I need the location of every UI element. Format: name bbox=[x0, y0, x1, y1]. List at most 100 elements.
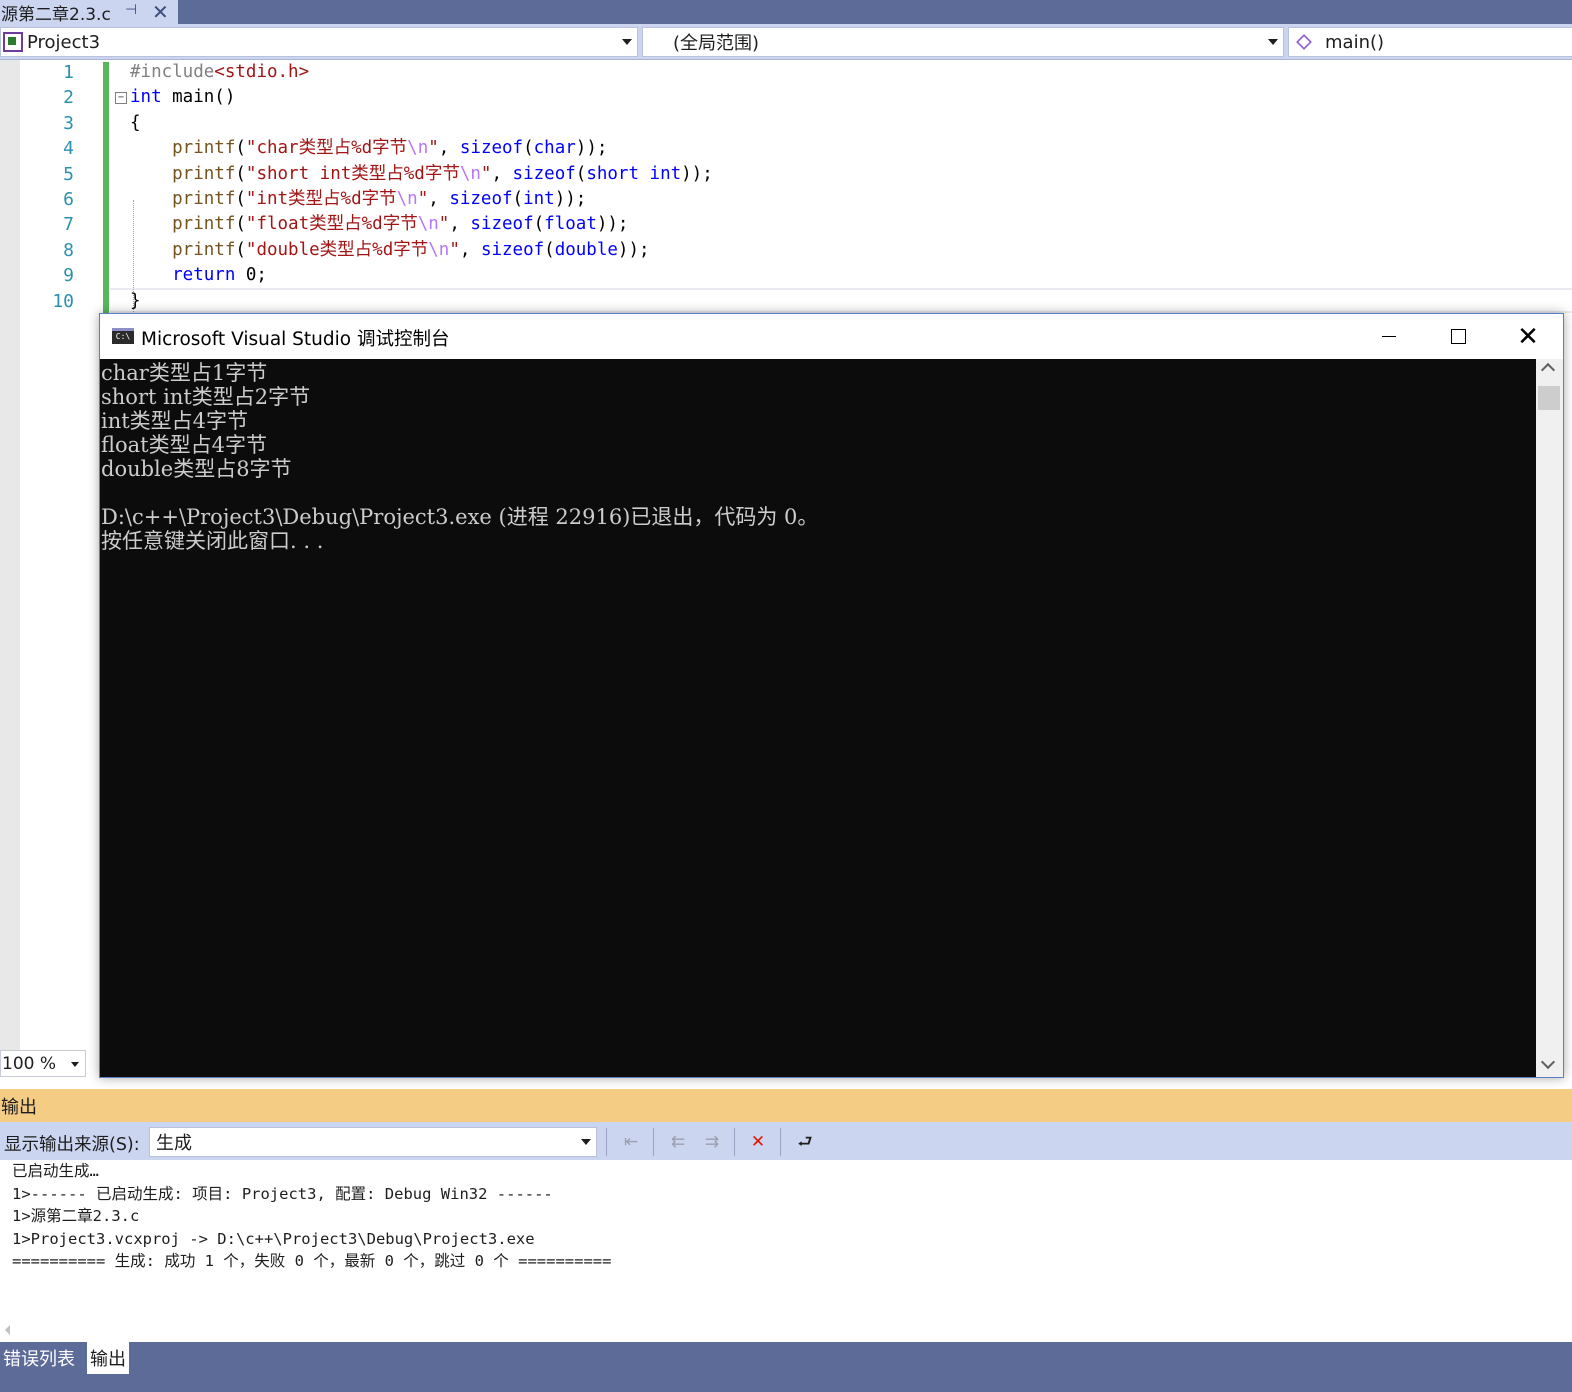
code-token: " bbox=[438, 214, 450, 235]
code-token: \n bbox=[428, 239, 450, 260]
line-number: 5 bbox=[63, 163, 74, 185]
code-token: sizeof bbox=[449, 188, 513, 209]
navigation-bar: Project3 (全局范围) main() bbox=[0, 24, 1572, 60]
project-dropdown[interactable]: Project3 bbox=[0, 27, 638, 57]
console-output[interactable]: char类型占1字节 short int类型占2字节 int类型占4字节 float类… bbox=[100, 359, 1536, 1077]
code-line[interactable]: printf("short int类型占%d字节\n", sizeof(shor… bbox=[110, 162, 1572, 187]
change-tracking-bar bbox=[103, 62, 109, 314]
code-token: short int bbox=[586, 163, 682, 184]
close-icon[interactable]: ✕ bbox=[152, 0, 169, 24]
code-line[interactable]: return 0; bbox=[110, 263, 1572, 288]
code-token: ( bbox=[523, 138, 534, 159]
toolbar-separator bbox=[780, 1128, 781, 1156]
close-button[interactable]: ✕ bbox=[1493, 314, 1563, 359]
method-cube-icon bbox=[1296, 34, 1312, 50]
console-titlebar[interactable]: C:\ Microsoft Visual Studio 调试控制台 ✕ bbox=[100, 314, 1563, 359]
code-token: \n bbox=[396, 188, 418, 209]
code-line[interactable]: printf("float类型占%d字节\n", sizeof(float)); bbox=[110, 212, 1572, 237]
code-token: printf bbox=[130, 239, 236, 260]
document-tab[interactable]: 源第二章2.3.c ⊣ ✕ bbox=[0, 0, 178, 25]
code-token: , bbox=[459, 239, 481, 260]
code-token: )); bbox=[554, 188, 587, 209]
project-dropdown-value: Project3 bbox=[27, 31, 101, 53]
line-number: 1 bbox=[63, 62, 74, 83]
code-token: #include bbox=[130, 62, 215, 82]
zoom-dropdown[interactable]: 100 % bbox=[0, 1050, 86, 1077]
output-source-label: 显示输出来源(S): bbox=[4, 1135, 140, 1155]
console-line: D:\c++\Project3\Debug\Project3.exe (进程 2… bbox=[101, 505, 819, 529]
scroll-up-icon[interactable] bbox=[1540, 362, 1556, 378]
code-token: \n bbox=[407, 138, 429, 159]
console-line: float类型占4字节 bbox=[101, 433, 267, 457]
code-token: ( bbox=[533, 214, 545, 235]
code-line[interactable]: { bbox=[110, 111, 1572, 136]
selection-margin[interactable] bbox=[0, 60, 20, 1050]
output-source-value: 生成 bbox=[156, 1133, 192, 1154]
code-area[interactable]: #include<stdio.h> − int main(){ printf("ch… bbox=[110, 60, 1572, 314]
code-token: , bbox=[449, 214, 471, 235]
tab-output[interactable]: 输出 bbox=[87, 1342, 129, 1374]
scroll-left-icon[interactable] bbox=[5, 1325, 10, 1335]
next-message-icon[interactable]: ⇉ bbox=[700, 1130, 724, 1154]
output-panel-header[interactable]: 输出 bbox=[0, 1089, 1572, 1122]
code-token: sizeof bbox=[470, 214, 534, 235]
close-icon: ✕ bbox=[1517, 321, 1539, 352]
code-token: ( bbox=[235, 138, 246, 159]
output-line: ========== 生成: 成功 1 个，失败 0 个，最新 0 个，跳过 0… bbox=[12, 1252, 612, 1270]
console-line: short int类型占2字节 bbox=[101, 385, 311, 409]
code-token: " bbox=[428, 138, 439, 159]
output-panel-title: 输出 bbox=[1, 1096, 37, 1118]
code-token: , bbox=[428, 188, 450, 209]
code-token: printf bbox=[130, 138, 236, 159]
minimize-button[interactable] bbox=[1354, 314, 1424, 359]
chevron-down-icon bbox=[1268, 39, 1278, 45]
code-line[interactable]: − int main() bbox=[110, 85, 1572, 110]
console-line: char类型占1字节 bbox=[101, 361, 268, 385]
clear-all-icon[interactable]: ✕ bbox=[746, 1130, 770, 1154]
line-numbers: 1 2 3 4 5 6 7 8 9 10 bbox=[20, 60, 80, 314]
code-token: sizeof bbox=[480, 239, 545, 260]
output-source-dropdown[interactable]: 生成 bbox=[149, 1127, 597, 1157]
member-dropdown-value: main() bbox=[1325, 31, 1385, 53]
console-scrollbar[interactable] bbox=[1536, 359, 1563, 1077]
code-token: " bbox=[417, 188, 429, 209]
code-token: sizeof bbox=[459, 138, 524, 159]
code-token: )); bbox=[575, 138, 608, 159]
scroll-down-icon[interactable] bbox=[1540, 1054, 1556, 1070]
code-line[interactable]: } bbox=[110, 289, 1572, 314]
code-token: sizeof bbox=[512, 163, 576, 184]
debug-console-window[interactable]: C:\ Microsoft Visual Studio 调试控制台 ✕ char… bbox=[99, 313, 1564, 1078]
chevron-down-icon bbox=[71, 1062, 79, 1067]
find-message-in-code-icon[interactable]: ⇤ bbox=[619, 1130, 643, 1154]
code-line[interactable]: printf("double类型占%d字节\n", sizeof(double)… bbox=[110, 238, 1572, 263]
tab-error-list[interactable]: 错误列表 bbox=[0, 1342, 78, 1374]
code-token: "char类型占%d字节 bbox=[245, 138, 408, 159]
code-token: ( bbox=[544, 239, 555, 260]
maximize-button[interactable] bbox=[1423, 314, 1493, 359]
console-title: Microsoft Visual Studio 调试控制台 bbox=[141, 329, 450, 350]
line-number: 2 bbox=[63, 87, 74, 109]
word-wrap-icon[interactable]: ⮐ bbox=[793, 1130, 817, 1154]
scope-dropdown-value: (全局范围) bbox=[673, 33, 760, 54]
member-dropdown[interactable]: main() bbox=[1288, 27, 1572, 57]
line-number: 4 bbox=[63, 138, 74, 160]
scroll-thumb[interactable] bbox=[1538, 386, 1560, 410]
code-token: int bbox=[523, 188, 555, 209]
previous-message-icon[interactable]: ⇇ bbox=[666, 1130, 690, 1154]
code-token: { bbox=[130, 112, 141, 133]
scope-dropdown[interactable]: (全局范围) bbox=[642, 27, 1284, 57]
output-line: 已启动生成… bbox=[12, 1162, 99, 1180]
code-line-text: { bbox=[110, 113, 141, 133]
toolbar-separator bbox=[606, 1128, 607, 1156]
line-number: 10 bbox=[52, 290, 74, 312]
code-token: <stdio.h> bbox=[214, 62, 310, 82]
pin-icon[interactable]: ⊣ bbox=[125, 2, 137, 18]
code-line[interactable]: printf("char类型占%d字节\n", sizeof(char)); bbox=[110, 136, 1572, 161]
output-text-area[interactable]: 已启动生成… 1>------ 已启动生成: 项目: Project3, 配置: … bbox=[0, 1160, 1572, 1342]
code-line-text: printf("float类型占%d字节\n", sizeof(float)); bbox=[110, 214, 628, 234]
code-token: } bbox=[130, 290, 141, 311]
code-line[interactable]: printf("int类型占%d字节\n", sizeof(int)); bbox=[110, 187, 1572, 212]
code-token: )); bbox=[681, 163, 713, 184]
code-line[interactable]: #include<stdio.h> bbox=[110, 60, 1572, 85]
collapse-icon[interactable]: − bbox=[115, 92, 127, 105]
